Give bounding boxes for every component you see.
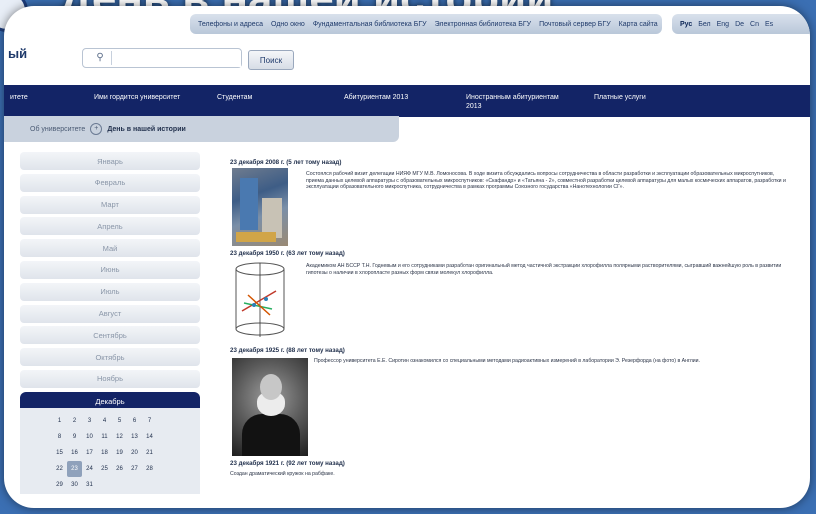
calendar-day[interactable]: 15 xyxy=(52,445,67,461)
entry-date: 23 декабря 1921 г. (92 лет тому назад) xyxy=(230,460,345,467)
entry-photo-molecule-diagram xyxy=(232,261,288,339)
month-march[interactable]: Март xyxy=(20,195,200,214)
main-navigation: итете Ими гордится университет Студентам… xyxy=(4,85,810,117)
top-link-one-window[interactable]: Одно окно xyxy=(271,21,305,28)
search-icon[interactable]: ⚲ xyxy=(89,51,112,65)
lang-de[interactable]: De xyxy=(735,21,744,28)
calendar-day[interactable]: 27 xyxy=(127,461,142,477)
month-february[interactable]: Февраль xyxy=(20,173,200,192)
calendar-day[interactable]: 6 xyxy=(127,413,142,429)
entry-photo-lab-equipment xyxy=(232,168,288,246)
calendar-day[interactable]: 2 xyxy=(67,413,82,429)
month-august[interactable]: Август xyxy=(20,304,200,323)
calendar-day[interactable]: 12 xyxy=(112,429,127,445)
calendar-day[interactable]: 29 xyxy=(52,477,67,493)
entry-text: Профессор университета Е.Е. Сиротин озна… xyxy=(314,358,701,364)
calendar-day[interactable]: 19 xyxy=(112,445,127,461)
language-switcher: Рус Бел Eng De Cn Es xyxy=(672,14,810,34)
top-link-contacts[interactable]: Телефоны и адреса xyxy=(198,21,263,28)
calendar-day[interactable]: 24 xyxy=(82,461,97,477)
month-list: Январь Февраль Март Апрель Май Июнь Июль… xyxy=(20,152,200,416)
calendar-day[interactable]: 5 xyxy=(112,413,127,429)
molecule-diagram-icon xyxy=(235,262,285,337)
calendar-day[interactable]: 10 xyxy=(82,429,97,445)
breadcrumb: Об университете + День в нашей истории xyxy=(4,116,399,142)
breadcrumb-root[interactable]: Об университете xyxy=(30,126,85,133)
month-april[interactable]: Апрель xyxy=(20,217,200,236)
calendar-day[interactable]: 31 xyxy=(82,477,97,493)
calendar-day[interactable]: 1 xyxy=(52,413,67,429)
month-june[interactable]: Июнь xyxy=(20,260,200,279)
calendar-day[interactable]: 16 xyxy=(67,445,82,461)
top-link-mail-server[interactable]: Почтовый сервер БГУ xyxy=(539,21,611,28)
lang-cn[interactable]: Cn xyxy=(750,21,759,28)
entry-text: Академиком АН БССР Т.Н. Годневым и его с… xyxy=(306,263,782,276)
calendar-day[interactable]: 26 xyxy=(112,461,127,477)
calendar-day[interactable]: 18 xyxy=(97,445,112,461)
nav-item-university[interactable]: итете xyxy=(10,93,28,102)
calendar-day[interactable]: 13 xyxy=(127,429,142,445)
day-calendar: 1 2 3 4 5 6 7 8 9 10 11 12 13 14 15 16 17 18 19 20 21 22 23 24 2… xyxy=(20,408,200,494)
month-may[interactable]: Май xyxy=(20,239,200,258)
top-link-fundamental-library[interactable]: Фундаментальная библиотека БГУ xyxy=(313,21,427,28)
breadcrumb-current: День в нашей истории xyxy=(107,125,186,133)
lang-be[interactable]: Бел xyxy=(698,21,710,28)
calendar-day[interactable]: 7 xyxy=(142,413,157,429)
entry-date: 23 декабря 2008 г. (5 лет тому назад) xyxy=(230,159,342,166)
entry-text: Создан драматический кружок на рабфаке. xyxy=(230,471,335,477)
calendar-day[interactable]: 30 xyxy=(67,477,82,493)
calendar-day[interactable]: 25 xyxy=(97,461,112,477)
calendar-day[interactable]: 3 xyxy=(82,413,97,429)
search-input[interactable] xyxy=(113,51,241,67)
entry-text: Состоялся рабочий визит делегации НИЯФ М… xyxy=(306,171,786,191)
nav-item-applicants[interactable]: Абитуриентам 2013 xyxy=(344,93,408,102)
calendar-day-selected[interactable]: 23 xyxy=(67,461,82,477)
nav-item-students[interactable]: Студентам xyxy=(217,93,252,102)
top-link-electronic-library[interactable]: Электронная библиотека БГУ xyxy=(435,21,532,28)
month-september[interactable]: Сентябрь xyxy=(20,326,200,345)
top-link-sitemap[interactable]: Карта сайта xyxy=(619,21,658,28)
calendar-day[interactable]: 21 xyxy=(142,445,157,461)
entry-date: 23 декабря 1950 г. (63 лет тому назад) xyxy=(230,250,345,257)
calendar-day[interactable]: 8 xyxy=(52,429,67,445)
nav-item-paid-services[interactable]: Платные услуги xyxy=(594,93,646,102)
site-logo-fragment[interactable]: ый xyxy=(8,46,27,61)
month-october[interactable]: Октябрь xyxy=(20,348,200,367)
lang-en[interactable]: Eng xyxy=(717,21,729,28)
month-july[interactable]: Июль xyxy=(20,282,200,301)
calendar-day[interactable]: 28 xyxy=(142,461,157,477)
nav-item-foreign-applicants[interactable]: Иностранным абитуриентам 2013 xyxy=(466,93,576,111)
entry-date: 23 декабря 1925 г. (88 лет тому назад) xyxy=(230,347,345,354)
calendar-day[interactable]: 17 xyxy=(82,445,97,461)
top-links-bar: Телефоны и адреса Одно окно Фундаменталь… xyxy=(190,14,662,34)
calendar-day[interactable]: 14 xyxy=(142,429,157,445)
calendar-day[interactable]: 4 xyxy=(97,413,112,429)
lang-es[interactable]: Es xyxy=(765,21,773,28)
calendar-day[interactable]: 9 xyxy=(67,429,82,445)
search-button[interactable]: Поиск xyxy=(248,50,294,70)
browser-screenshot: Телефоны и адреса Одно окно Фундаменталь… xyxy=(4,6,810,508)
lang-ru[interactable]: Рус xyxy=(680,21,692,28)
nav-item-proud[interactable]: Ими гордится университет xyxy=(94,93,180,102)
search-box: ⚲ xyxy=(82,48,242,68)
month-november[interactable]: Ноябрь xyxy=(20,369,200,388)
month-january[interactable]: Январь xyxy=(20,152,200,170)
calendar-day[interactable]: 20 xyxy=(127,445,142,461)
calendar-day[interactable]: 22 xyxy=(52,461,67,477)
calendar-grid: 1 2 3 4 5 6 7 8 9 10 11 12 13 14 15 16 17 18 19 20 21 22 23 24 2… xyxy=(52,413,157,493)
breadcrumb-separator-icon: + xyxy=(90,123,103,135)
entry-photo-rutherford-portrait xyxy=(232,358,308,456)
calendar-day[interactable]: 11 xyxy=(97,429,112,445)
